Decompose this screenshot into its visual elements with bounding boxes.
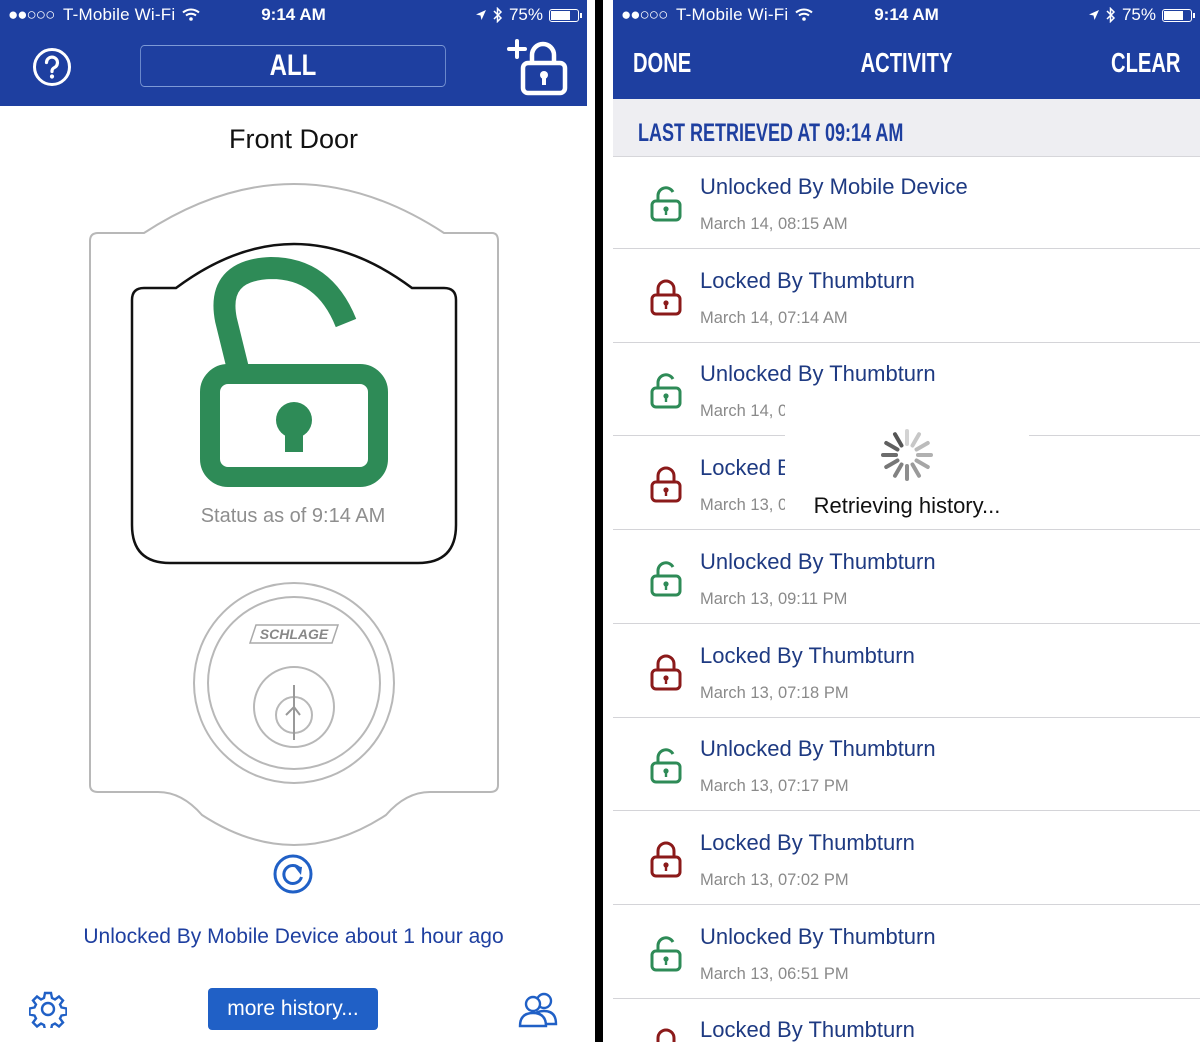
last-retrieved-label: LAST RETRIEVED AT 09:14 AM [638,119,904,147]
battery-percent: 75% [1121,5,1156,24]
list-item[interactable]: Locked By Thumbturn March 14, 07:14 AM [613,250,1200,343]
activity-title: Locked B [700,455,792,481]
activity-title: Locked By Thumbturn [700,1017,915,1042]
unlocked-padlock-icon [650,561,682,597]
last-event-text: Unlocked By Mobile Device about 1 hour a… [83,925,504,948]
done-button[interactable]: DONE [633,47,691,79]
activity-title: Locked By Thumbturn [700,829,915,855]
gear-icon[interactable] [29,990,67,1028]
battery-icon [549,8,582,22]
status-bar: ●●○○○ T-Mobile Wi-Fi 9:14 AM 75% [0,0,587,29]
location-icon [475,10,486,20]
page-title: ACTIVITY [860,47,953,78]
activity-title: Unlocked By Thumbturn [700,361,936,387]
brand-logo: SCHLAGE [260,626,329,642]
activity-date: March 13, 06:51 PM [700,964,849,983]
lock-detail-screen: ●●○○○ T-Mobile Wi-Fi 9:14 AM 75% ALL Fro… [0,0,587,1042]
add-lock-icon[interactable] [506,35,572,97]
locked-padlock-icon [650,466,682,503]
list-item[interactable]: Unlocked By Thumbturn March 13, 06:51 PM [613,906,1200,999]
list-item[interactable]: Locked By Thumbturn [613,999,1200,1042]
activity-screen: ●●○○○ T-Mobile Wi-Fi 9:14 AM 75% DONE AC… [613,0,1200,1042]
lock-header: ALL [0,29,587,106]
activity-date: March 14, 07:14 AM [700,308,848,327]
lock-name: Front Door [228,124,359,154]
bluetooth-icon [1106,7,1116,23]
status-timestamp: Status as of 9:14 AM [200,505,386,527]
list-item[interactable]: Locked By Thumbturn March 13, 07:02 PM [613,812,1200,905]
lock-filter-label: ALL [269,49,317,82]
list-item[interactable]: Unlocked By Thumbturn March 13, 09:11 PM [613,531,1200,624]
loading-text: Retrieving history... [813,493,1001,518]
activity-title: Unlocked By Mobile Device [700,174,968,199]
clear-button[interactable]: CLEAR [1111,47,1180,79]
unlocked-padlock-icon [650,373,682,409]
last-retrieved-header: LAST RETRIEVED AT 09:14 AM [613,99,1200,157]
screen-divider [587,0,613,1042]
activity-date: March 14, 08:15 AM [700,215,848,233]
activity-title: Locked By Thumbturn [700,642,915,668]
activity-date: March 13, 07:17 PM [700,777,849,796]
battery-percent: 75% [508,5,543,24]
locked-padlock-icon [650,279,682,316]
location-icon [1088,10,1099,20]
locked-padlock-icon [650,841,682,878]
help-icon[interactable] [32,47,72,87]
activity-date: March 13, 09:11 PM [700,589,848,608]
more-history-button[interactable]: more history... [208,988,378,1030]
battery-icon [1162,8,1195,22]
list-item[interactable]: Locked By Thumbturn March 13, 07:18 PM [613,625,1200,718]
activity-header: DONE ACTIVITY CLEAR [613,29,1200,99]
users-icon[interactable] [517,990,559,1028]
status-bar: ●●○○○ T-Mobile Wi-Fi 9:14 AM 75% [613,0,1200,29]
activity-date: March 13, 0 [700,496,788,515]
list-item[interactable]: Unlocked By Mobile Device March 14, 08:15… [613,156,1200,249]
locked-padlock-icon [656,1028,676,1042]
activity-date: March 13, 07:18 PM [700,683,849,702]
locked-padlock-icon [650,654,682,690]
activity-date: March 13, 07:02 PM [700,870,849,889]
unlocked-padlock-icon [650,748,682,784]
activity-title: Unlocked By Thumbturn [700,923,936,949]
loading-spinner-icon [881,429,933,481]
bluetooth-icon [493,7,503,23]
lock-filter-button[interactable]: ALL [140,45,446,87]
unlocked-padlock-icon [650,186,682,222]
activity-title: Unlocked By Thumbturn [700,736,936,762]
unlocked-padlock-icon [650,935,682,972]
refresh-icon[interactable] [272,853,314,895]
activity-date: March 14, 0 [700,402,788,421]
activity-title: Locked By Thumbturn [700,267,915,293]
list-item[interactable]: Unlocked By Thumbturn March 13, 07:17 PM [613,718,1200,812]
loading-overlay: Retrieving history... [785,403,1029,527]
activity-title: Unlocked By Thumbturn [700,548,936,574]
